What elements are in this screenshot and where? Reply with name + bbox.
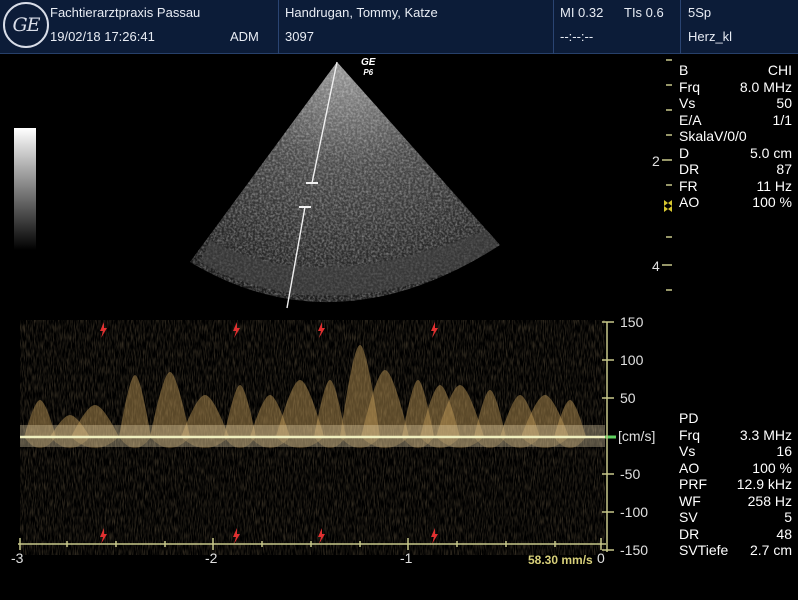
bmode_params-label-7: FR: [679, 177, 698, 194]
bmode_params-label-1: Frq: [679, 78, 700, 95]
velocity-unit: [cm/s]: [618, 428, 656, 444]
bmode_params-value-3: 1/1: [772, 111, 792, 128]
sweep-speed: 58.30 mm/s: [528, 553, 593, 567]
depth-label-4: 4: [652, 258, 660, 274]
pd_params-value-3: 100 %: [752, 459, 792, 476]
pd_params-label-7: DR: [679, 525, 700, 542]
pd_params-label-1: Frq: [679, 426, 700, 443]
pd_params-value-5: 258 Hz: [747, 492, 792, 509]
pd_params-value-2: 16: [776, 443, 792, 459]
time-tick-neg3: -3: [11, 550, 24, 566]
bmode_params-value-8: 100 %: [752, 194, 792, 210]
bmode_params-label-3: E/A: [679, 111, 702, 128]
probe-orientation-tag: GE P6: [361, 58, 375, 78]
pd_params-value-7: 48: [776, 525, 792, 542]
pd_params-label-5: WF: [679, 492, 701, 509]
time-tick-0: 0: [597, 550, 605, 566]
pd_params-value-6: 5: [784, 509, 792, 525]
focus-marker: [664, 200, 672, 212]
bmode_params-label-4: SkalaV/0/0: [679, 128, 747, 144]
bmode_params-value-2: 50: [776, 95, 792, 111]
pd_params-label-2: Vs: [679, 443, 696, 459]
pd_params-value-8: 2.7 cm: [749, 542, 792, 558]
pd_params-label-8: SVTiefe: [679, 542, 729, 558]
depth-label-2: 2: [652, 153, 660, 169]
depth-scale: [662, 59, 672, 291]
bmode_params-value-7: 11 Hz: [756, 177, 792, 194]
probe-tag-mark: P6: [363, 68, 374, 77]
bmode_params-label-6: DR: [679, 161, 700, 177]
velocity-tick-50: 50: [620, 390, 636, 406]
velocity-tick-100: 100: [620, 352, 644, 368]
velocity-tick-150: 150: [620, 314, 644, 330]
doppler-spectrum: [20, 320, 616, 555]
bmode_params-label-5: D: [679, 144, 690, 161]
grayscale-bar: [14, 128, 36, 250]
bmode_params-label-8: AO: [679, 194, 700, 210]
bmode-sector: [190, 62, 500, 303]
pd_params-label-6: SV: [679, 509, 698, 525]
bmode_params-label-0: B: [679, 62, 689, 78]
time-tick-neg2: -2: [205, 550, 218, 566]
pd_params-label-3: AO: [679, 459, 700, 476]
pd_params-value-1: 3.3 MHz: [739, 426, 792, 443]
pd_params-label-4: PRF: [679, 476, 707, 492]
velocity-tick-neg100: -100: [620, 504, 649, 520]
pd_params-label-0: PD: [679, 410, 699, 426]
velocity-tick-neg150: -150: [620, 542, 649, 558]
bmode_params-value-6: 87: [776, 161, 792, 177]
probe-tag-brand: GE: [361, 57, 376, 68]
time-tick-neg1: -1: [400, 550, 413, 566]
bmode_params-label-2: Vs: [679, 95, 696, 111]
bmode_params-value-1: 8.0 MHz: [739, 78, 792, 95]
bmode_params-value-5: 5.0 cm: [749, 144, 792, 161]
pd_params-value-4: 12.9 kHz: [736, 476, 792, 492]
bmode_params-value-0: CHI: [767, 62, 792, 78]
velocity-tick-neg50: -50: [620, 466, 641, 482]
